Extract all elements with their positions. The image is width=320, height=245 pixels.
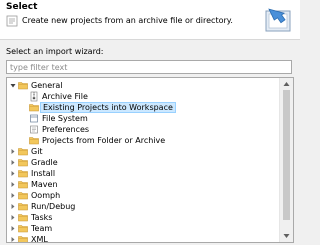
tree-item-label: Archive File xyxy=(42,92,88,101)
tree-item-label: Oomph xyxy=(31,191,61,200)
tree-item-label: Gradle xyxy=(31,158,58,167)
chevron-right-icon[interactable] xyxy=(9,157,17,168)
folder-icon xyxy=(18,179,28,190)
scrollbar-thumb[interactable] xyxy=(283,90,290,220)
wizard-list-label: Select an import wizard: xyxy=(6,47,104,56)
info-icon xyxy=(6,15,18,27)
folder-icon xyxy=(18,157,28,168)
tree-item-label: Run/Debug xyxy=(31,202,76,211)
folder-icon xyxy=(18,168,28,179)
folder-icon xyxy=(18,80,28,91)
folder-icon xyxy=(18,234,28,243)
tree-item-label: Team xyxy=(31,224,53,233)
chevron-right-icon[interactable] xyxy=(9,190,17,201)
import-banner-icon xyxy=(265,8,291,32)
preferences-icon xyxy=(30,125,38,134)
chevron-down-icon[interactable] xyxy=(9,80,17,91)
page-description: Create new projects from an archive file… xyxy=(22,16,233,25)
wizard-tree[interactable]: General Archive File Existing Projects i… xyxy=(6,77,294,243)
chevron-right-icon[interactable] xyxy=(9,234,17,243)
tree-item-label: Existing Projects into Workspace xyxy=(40,102,176,113)
tree-item-label: Git xyxy=(31,147,43,156)
chevron-right-icon[interactable] xyxy=(9,223,17,234)
chevron-right-icon[interactable] xyxy=(9,201,17,212)
vertical-scrollbar[interactable] xyxy=(279,78,293,242)
page-title: Select xyxy=(6,2,38,12)
tree-item-label: Maven xyxy=(31,180,58,189)
tree-item-label: Preferences xyxy=(42,125,90,134)
scroll-down-icon[interactable] xyxy=(283,233,290,239)
scroll-up-icon[interactable] xyxy=(283,81,290,87)
tree-item-label: XML xyxy=(31,235,48,243)
folder-icon xyxy=(18,201,28,212)
folder-icon xyxy=(18,190,28,201)
folder-icon xyxy=(18,212,28,223)
file-system-icon xyxy=(30,114,38,123)
chevron-right-icon[interactable] xyxy=(9,179,17,190)
folder-icon xyxy=(29,135,39,146)
tree-item-label: File System xyxy=(42,114,88,123)
folder-icon xyxy=(18,146,28,157)
wizard-header: Select Create new projects from an archi… xyxy=(0,0,300,40)
chevron-right-icon[interactable] xyxy=(9,212,17,223)
chevron-right-icon[interactable] xyxy=(9,146,17,157)
tree-item-label: Install xyxy=(31,169,56,178)
tree-item-label: General xyxy=(31,81,63,90)
tree-item-label: Projects from Folder or Archive xyxy=(42,136,166,145)
folder-icon xyxy=(18,223,28,234)
chevron-right-icon[interactable] xyxy=(9,168,17,179)
filter-input[interactable] xyxy=(6,60,292,74)
archive-file-icon xyxy=(30,91,38,102)
project-folder-icon xyxy=(29,102,39,113)
tree-item-label: Tasks xyxy=(31,213,53,222)
